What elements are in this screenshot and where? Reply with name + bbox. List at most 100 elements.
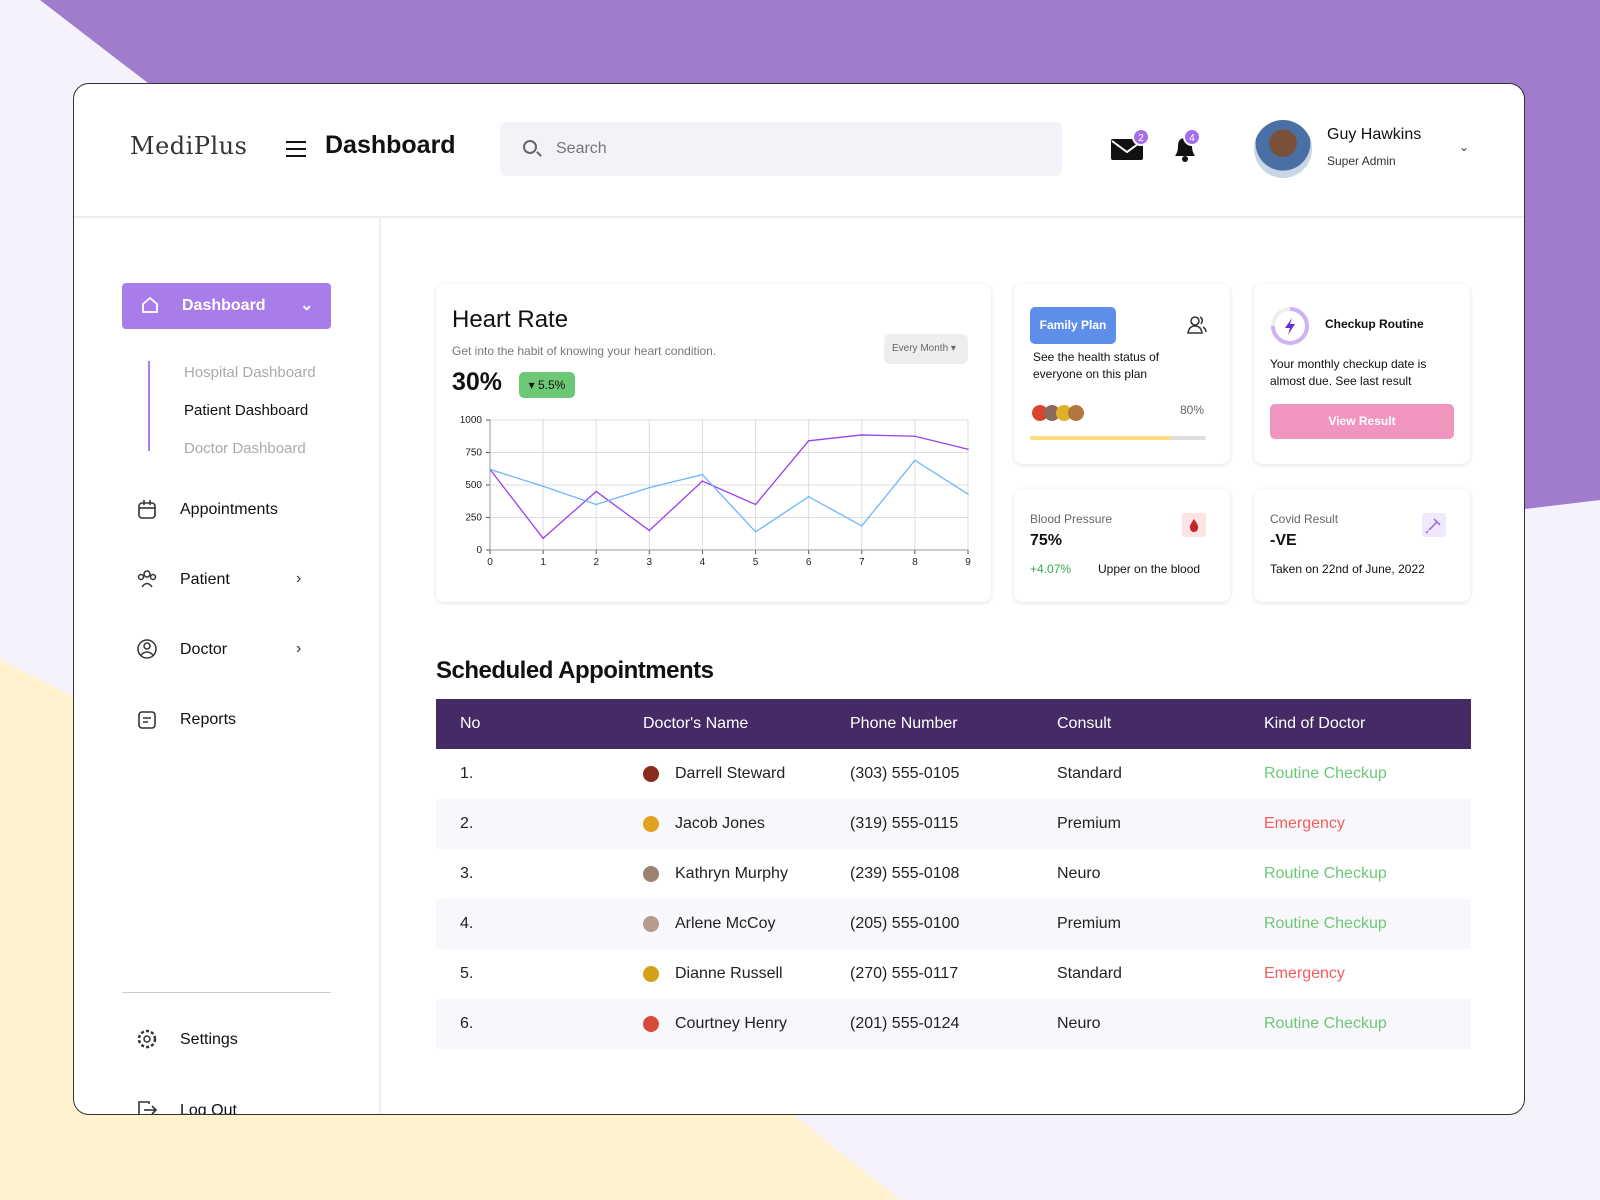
sidebar-sub-doctor[interactable]: Doctor Dashboard (184, 440, 306, 457)
x-tick-label: 7 (859, 557, 865, 568)
doctor-name: Kathryn Murphy (675, 865, 788, 882)
doctor-kind: Routine Checkup (1264, 765, 1387, 782)
menu-icon[interactable] (286, 141, 306, 157)
doctor-name: Jacob Jones (675, 815, 765, 832)
sidebar-sub-hospital[interactable]: Hospital Dashboard (184, 364, 316, 381)
section-title: Scheduled Appointments (436, 657, 714, 684)
view-result-button[interactable]: View Result (1270, 404, 1454, 439)
sidebar-item-patient[interactable]: Patient › (136, 568, 316, 592)
sidebar-item-label: Reports (180, 711, 237, 728)
row-number: 2. (460, 815, 474, 832)
data-point (701, 480, 704, 482)
column-header: Kind of Doctor (1264, 699, 1471, 749)
data-point (914, 459, 916, 462)
table-row[interactable]: 4. Arlene McCoy (205) 555-0100 Premium Routi… (436, 899, 1471, 949)
mail-badge: 2 (1132, 128, 1150, 146)
doctor-name: Darrell Steward (675, 765, 786, 782)
y-tick-label: 500 (465, 480, 482, 491)
phone-number: (319) 555-0115 (850, 815, 959, 832)
gear-icon (137, 1029, 157, 1049)
consult-type: Premium (1057, 915, 1122, 932)
family-percent: 80% (1180, 403, 1205, 417)
doctor-kind: Routine Checkup (1264, 865, 1387, 882)
notification-button[interactable]: 4 (1171, 128, 1201, 169)
doctor-avatar (643, 1015, 659, 1032)
consult-type: Standard (1057, 965, 1122, 982)
data-point (860, 525, 863, 527)
users-icon (1187, 316, 1207, 334)
data-point (967, 448, 969, 451)
sidebar-item-appointments[interactable]: Appointments (136, 498, 316, 522)
doctor-icon (137, 639, 157, 659)
sidebar-item-label: Settings (180, 1031, 238, 1048)
lightning-icon (1271, 307, 1309, 345)
search-icon (523, 140, 537, 154)
blood-pressure-card: Blood Pressure 75% +4.07% Upper on the b… (1014, 489, 1230, 602)
table-row[interactable]: 6. Courtney Henry (201) 555-0124 Neuro Routi… (436, 999, 1471, 1049)
sidebar-sub-patient[interactable]: Patient Dashboard (184, 402, 308, 419)
doctor-kind: Emergency (1264, 815, 1345, 832)
table-row[interactable]: 2. Jacob Jones (319) 555-0115 Premium Emerge… (436, 799, 1471, 849)
x-tick-label: 4 (700, 557, 706, 568)
row-number: 6. (460, 1015, 474, 1032)
checkup-card: Checkup Routine Your monthly checkup dat… (1254, 284, 1470, 464)
syringe-icon (1422, 513, 1446, 537)
sidebar-item-dashboard[interactable]: Dashboard ⌄ (122, 283, 331, 329)
chevron-right-icon: › (296, 640, 302, 657)
family-plan-card: Family Plan See the health status of eve… (1014, 284, 1230, 464)
family-plan-button[interactable]: Family Plan (1030, 307, 1116, 344)
family-progress-bar (1030, 436, 1206, 440)
consult-type: Neuro (1057, 865, 1101, 882)
covid-note: Taken on 22nd of June, 2022 (1270, 562, 1425, 576)
data-point (914, 435, 916, 438)
doctor-avatar (643, 865, 659, 882)
phone-number: (303) 555-0105 (850, 765, 960, 782)
data-point (754, 531, 757, 533)
page-title: Dashboard (325, 131, 456, 159)
x-tick-label: 9 (965, 557, 971, 568)
phone-number: (239) 555-0108 (850, 865, 960, 882)
x-tick-label: 6 (806, 557, 812, 568)
search-input[interactable] (500, 122, 1062, 176)
sidebar-item-label: Log Out (180, 1102, 237, 1115)
series-line-0 (489, 434, 969, 540)
sidebar-item-settings[interactable]: Settings (136, 1028, 316, 1052)
covid-value: -VE (1270, 532, 1297, 549)
data-point (648, 529, 651, 532)
x-tick-label: 0 (487, 557, 493, 568)
mail-button[interactable]: 2 (1110, 128, 1150, 167)
sidebar-item-reports[interactable]: Reports (136, 708, 316, 732)
row-number: 1. (460, 765, 474, 782)
phone-number: (270) 555-0117 (850, 965, 959, 982)
x-tick-label: 8 (912, 557, 918, 568)
y-tick-label: 750 (465, 448, 482, 459)
bp-change: +4.07% (1030, 562, 1072, 576)
chevron-down-icon[interactable]: ⌄ (1459, 140, 1469, 154)
data-point (542, 537, 544, 540)
doctor-name: Arlene McCoy (675, 915, 776, 932)
doctor-kind: Routine Checkup (1264, 915, 1387, 932)
covid-card: Covid Result -VE Taken on 22nd of June, … (1254, 489, 1470, 602)
sidebar-item-doctor[interactable]: Doctor › (136, 638, 316, 662)
doctor-kind: Emergency (1264, 965, 1345, 982)
phone-number: (201) 555-0124 (850, 1015, 960, 1032)
x-tick-label: 1 (540, 557, 546, 568)
bp-title: Blood Pressure (1030, 512, 1113, 526)
y-tick-label: 250 (465, 513, 482, 524)
sidebar-item-label: Appointments (180, 501, 278, 518)
sidebar-item-logout[interactable]: Log Out (136, 1099, 316, 1115)
consult-type: Premium (1057, 815, 1122, 832)
checkup-text: almost due. See last result (1270, 374, 1412, 388)
sidebar-item-label: Patient (180, 571, 230, 588)
submenu-indicator (148, 361, 150, 451)
doctor-name: Courtney Henry (675, 1015, 788, 1032)
divider (122, 992, 331, 993)
covid-title: Covid Result (1270, 512, 1339, 526)
table-row[interactable]: 3. Kathryn Murphy (239) 555-0108 Neuro Routi… (436, 849, 1471, 899)
table-row[interactable]: 5. Dianne Russell (270) 555-0117 Standard Em… (436, 949, 1471, 999)
table-row[interactable]: 1. Darrell Steward (303) 555-0105 Standard R… (436, 749, 1471, 799)
column-header: No (436, 699, 643, 749)
doctor-kind: Routine Checkup (1264, 1015, 1387, 1032)
avatar[interactable] (1254, 120, 1312, 178)
y-tick-label: 1000 (460, 415, 483, 426)
